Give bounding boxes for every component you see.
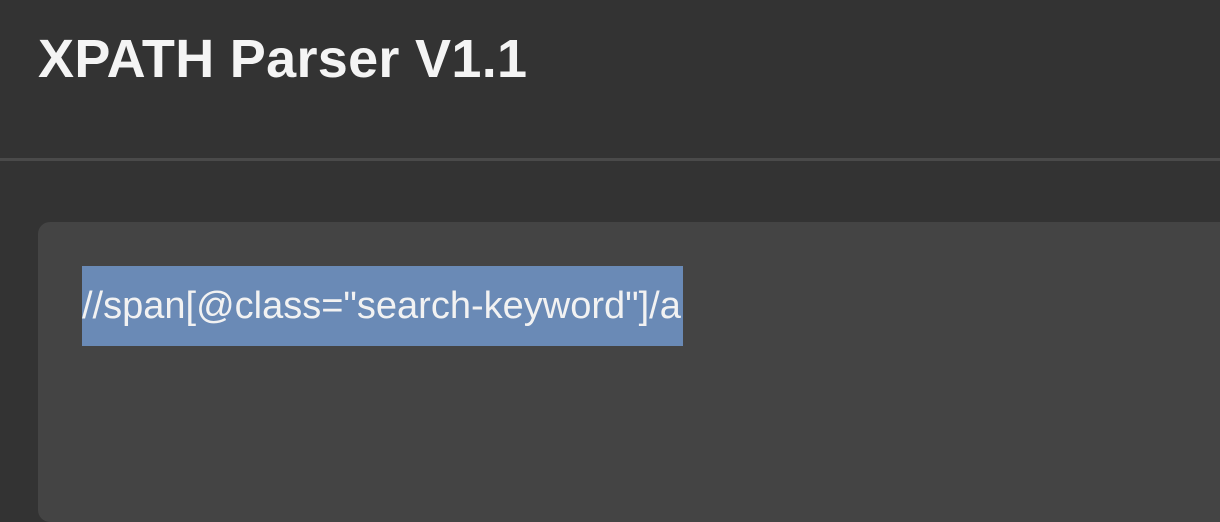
xpath-expression-selected-text[interactable]: //span[@class="search-keyword"]/a <box>82 266 683 346</box>
xpath-editor[interactable]: //span[@class="search-keyword"]/a <box>38 222 1220 522</box>
app-header: XPATH Parser V1.1 <box>0 0 1220 158</box>
app-title: XPATH Parser V1.1 <box>38 29 528 89</box>
main-content: //span[@class="search-keyword"]/a <box>0 161 1220 522</box>
